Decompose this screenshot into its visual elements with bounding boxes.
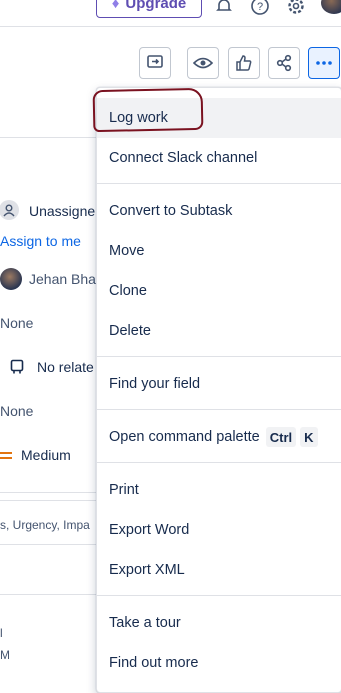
menu-item-delete[interactable]: Delete bbox=[97, 311, 341, 351]
menu-item-take-tour[interactable]: Take a tour bbox=[97, 603, 341, 643]
divider bbox=[0, 500, 96, 501]
more-actions-menu: Log work Connect Slack channel Convert t… bbox=[96, 87, 341, 693]
menu-item-print[interactable]: Print bbox=[97, 470, 341, 510]
priority-value[interactable]: Medium bbox=[21, 447, 71, 463]
bell-icon[interactable] bbox=[212, 0, 236, 18]
menu-separator bbox=[97, 409, 341, 410]
more-icon bbox=[316, 61, 332, 65]
settings-icon[interactable] bbox=[284, 0, 308, 18]
field-value-none: None bbox=[0, 315, 34, 331]
assign-to-me-link[interactable]: Assign to me bbox=[0, 233, 81, 249]
feedback-button[interactable] bbox=[139, 47, 171, 79]
date-line-1: l bbox=[0, 626, 3, 640]
assignee-value[interactable]: Unassigne bbox=[29, 203, 95, 219]
more-actions-button[interactable] bbox=[308, 47, 340, 79]
divider bbox=[0, 594, 96, 595]
related-value[interactable]: No relate bbox=[37, 359, 94, 375]
thumbs-up-icon bbox=[236, 55, 252, 71]
menu-item-move[interactable]: Move bbox=[97, 231, 341, 271]
labels-value: s, Urgency, Impa bbox=[0, 518, 90, 532]
shortcut-key-k: K bbox=[300, 427, 318, 447]
divider bbox=[0, 544, 96, 545]
eye-icon bbox=[193, 57, 213, 69]
menu-item-find-out-more[interactable]: Find out more bbox=[97, 643, 341, 683]
menu-separator bbox=[97, 595, 341, 596]
menu-item-connect-slack[interactable]: Connect Slack channel bbox=[97, 138, 341, 178]
annotation-highlight-ring bbox=[92, 87, 204, 133]
field-value-none-2: None bbox=[0, 403, 34, 419]
feedback-icon bbox=[147, 55, 163, 68]
menu-item-command-palette[interactable]: Open command palette Ctrl K bbox=[97, 417, 341, 457]
watch-button[interactable] bbox=[187, 47, 219, 79]
menu-item-clone[interactable]: Clone bbox=[97, 271, 341, 311]
date-line-2: M bbox=[0, 648, 10, 662]
reporter-value[interactable]: Jehan Bha bbox=[29, 271, 96, 287]
unassigned-user-icon bbox=[0, 200, 19, 220]
menu-separator bbox=[97, 462, 341, 463]
share-button[interactable] bbox=[268, 47, 300, 79]
related-icon bbox=[10, 359, 24, 380]
upgrade-button[interactable]: ♦ Upgrade bbox=[96, 0, 202, 18]
divider bbox=[0, 492, 96, 493]
help-icon[interactable]: ? bbox=[248, 0, 272, 18]
menu-item-find-field[interactable]: Find your field bbox=[97, 364, 341, 404]
menu-separator bbox=[97, 183, 341, 184]
menu-item-export-xml[interactable]: Export XML bbox=[97, 550, 341, 590]
divider bbox=[0, 137, 96, 138]
priority-medium-icon bbox=[0, 449, 14, 467]
share-icon bbox=[276, 54, 292, 72]
diamond-icon: ♦ bbox=[111, 0, 120, 12]
command-palette-label: Open command palette bbox=[109, 429, 260, 445]
shortcut-key-ctrl: Ctrl bbox=[265, 427, 297, 447]
menu-separator bbox=[97, 356, 341, 357]
menu-item-export-word[interactable]: Export Word bbox=[97, 510, 341, 550]
upgrade-label: Upgrade bbox=[125, 0, 187, 12]
menu-item-convert-subtask[interactable]: Convert to Subtask bbox=[97, 191, 341, 231]
like-button[interactable] bbox=[228, 47, 260, 79]
reporter-avatar bbox=[0, 268, 22, 290]
svg-text:?: ? bbox=[257, 1, 263, 13]
